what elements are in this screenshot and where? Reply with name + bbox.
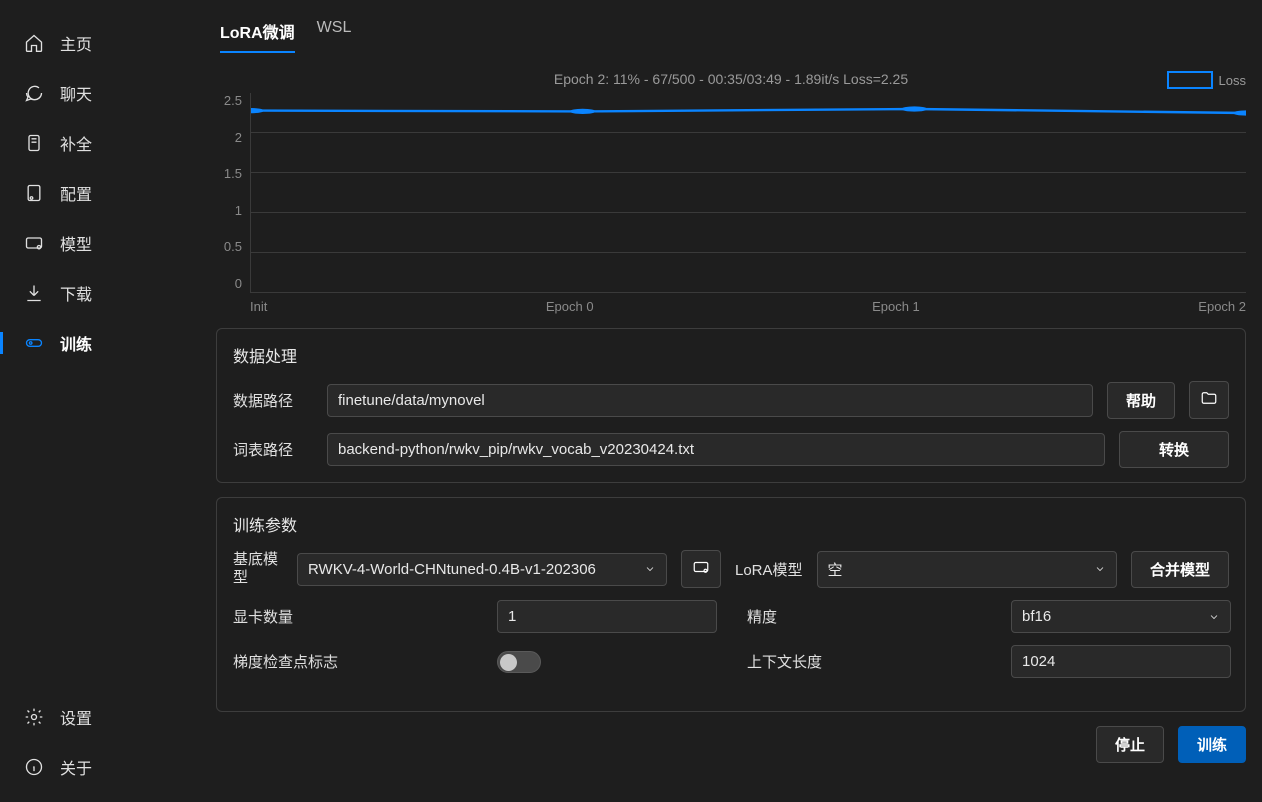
sidebar-item-label: 下载 — [60, 281, 92, 305]
sidebar-bottom: 设置 关于 — [0, 692, 200, 802]
y-axis-labels: 2.521.510.50 — [216, 93, 250, 291]
data-processing-panel: 数据处理 数据路径 帮助 词表路径 转换 — [216, 328, 1246, 483]
lora-model-label: LoRA模型 — [735, 559, 803, 580]
download-icon — [24, 283, 44, 303]
ctx-len-input[interactable] — [1011, 645, 1231, 678]
train-button[interactable]: 训练 — [1178, 726, 1246, 763]
settings-icon — [24, 707, 44, 727]
base-model-label: 基底模型 — [233, 551, 283, 587]
tab-wsl[interactable]: WSL — [317, 14, 352, 53]
info-icon — [24, 757, 44, 777]
tab-lora[interactable]: LoRA微调 — [220, 14, 295, 53]
chevron-down-icon — [1094, 563, 1106, 575]
sidebar-item-about[interactable]: 关于 — [0, 742, 200, 792]
training-params-panel[interactable]: 训练参数 基底模型 RWKV-4-World-CHNtuned-0.4B-v1-… — [216, 497, 1246, 712]
panel-title: 数据处理 — [233, 343, 1229, 367]
gpu-count-label: 显卡数量 — [233, 606, 483, 627]
model-icon — [692, 558, 710, 580]
x-axis-labels: InitEpoch 0Epoch 1Epoch 2 — [250, 299, 1246, 314]
sidebar-item-config[interactable]: 配置 — [0, 168, 200, 218]
train-icon — [24, 333, 44, 353]
grad-ckpt-toggle[interactable] — [497, 651, 541, 673]
data-path-label: 数据路径 — [233, 390, 313, 411]
merge-model-button[interactable]: 合并模型 — [1131, 551, 1229, 588]
base-model-value: RWKV-4-World-CHNtuned-0.4B-v1-202306 — [308, 561, 596, 578]
model-icon — [24, 233, 44, 253]
footer-actions: 停止 训练 — [216, 726, 1246, 763]
vocab-path-label: 词表路径 — [233, 439, 313, 460]
precision-cell: 精度 bf16 — [747, 600, 1231, 633]
precision-select[interactable]: bf16 — [1011, 600, 1231, 633]
sidebar-item-download[interactable]: 下载 — [0, 268, 200, 318]
vocab-path-row: 词表路径 转换 — [233, 431, 1229, 468]
ctx-len-cell: 上下文长度 — [747, 645, 1231, 678]
chevron-down-icon — [644, 563, 656, 575]
sidebar-item-home[interactable]: 主页 — [0, 18, 200, 68]
sidebar-item-label: 聊天 — [60, 81, 92, 105]
chart-title: Epoch 2: 11% - 67/500 - 00:35/03:49 - 1.… — [216, 71, 1246, 87]
sidebar-top: 主页 聊天 补全 配置 模型 下载 训练 — [0, 18, 200, 692]
stop-button[interactable]: 停止 — [1096, 726, 1164, 763]
chevron-down-icon — [1208, 611, 1220, 623]
sidebar-item-chat[interactable]: 聊天 — [0, 68, 200, 118]
lora-model-value: 空 — [828, 559, 843, 580]
grad-ckpt-cell: 梯度检查点标志 — [233, 645, 717, 678]
ctx-len-label: 上下文长度 — [747, 651, 997, 672]
sidebar-item-label: 补全 — [60, 131, 92, 155]
complete-icon — [24, 133, 44, 153]
sidebar-item-settings[interactable]: 设置 — [0, 692, 200, 742]
home-icon — [24, 33, 44, 53]
sidebar-item-models[interactable]: 模型 — [0, 218, 200, 268]
browse-folder-button[interactable] — [1189, 381, 1229, 419]
base-model-select[interactable]: RWKV-4-World-CHNtuned-0.4B-v1-202306 — [297, 553, 667, 586]
chart-body: 2.521.510.50 — [216, 93, 1246, 293]
folder-icon — [1200, 389, 1218, 411]
main-content: LoRA微调 WSL Epoch 2: 11% - 67/500 - 00:35… — [200, 0, 1262, 802]
data-path-row: 数据路径 帮助 — [233, 381, 1229, 419]
sidebar-item-label: 关于 — [60, 755, 92, 779]
sidebar-item-label: 配置 — [60, 181, 92, 205]
sidebar-item-train[interactable]: 训练 — [0, 318, 200, 368]
refresh-models-button[interactable] — [681, 550, 721, 588]
vocab-path-input[interactable] — [327, 433, 1105, 466]
chart-legend: Loss — [1167, 71, 1246, 89]
data-path-input[interactable] — [327, 384, 1093, 417]
gpu-count-input[interactable] — [497, 600, 717, 633]
panel-title: 训练参数 — [233, 512, 1229, 536]
grad-ckpt-label: 梯度检查点标志 — [233, 651, 483, 672]
sidebar-item-label: 模型 — [60, 231, 92, 255]
lora-model-select[interactable]: 空 — [817, 551, 1117, 588]
precision-value: bf16 — [1022, 608, 1051, 625]
model-row: 基底模型 RWKV-4-World-CHNtuned-0.4B-v1-20230… — [233, 550, 1229, 588]
param-grid: 显卡数量 精度 bf16 梯度检查点标志 上下文长度 — [233, 600, 1229, 678]
sidebar-item-label: 主页 — [60, 31, 92, 55]
help-button[interactable]: 帮助 — [1107, 382, 1175, 419]
sidebar-item-label: 训练 — [60, 331, 92, 355]
loss-chart: Epoch 2: 11% - 67/500 - 00:35/03:49 - 1.… — [216, 71, 1246, 314]
legend-swatch — [1167, 71, 1213, 89]
chart-status-text: Epoch 2: 11% - 67/500 - 00:35/03:49 - 1.… — [554, 71, 908, 87]
precision-label: 精度 — [747, 606, 997, 627]
gpu-count-cell: 显卡数量 — [233, 600, 717, 633]
sidebar-item-completion[interactable]: 补全 — [0, 118, 200, 168]
config-icon — [24, 183, 44, 203]
legend-label: Loss — [1219, 73, 1246, 88]
plot-area — [250, 93, 1246, 293]
tabs: LoRA微调 WSL — [216, 14, 1246, 57]
chat-icon — [24, 83, 44, 103]
sidebar: 主页 聊天 补全 配置 模型 下载 训练 设置 — [0, 0, 200, 802]
convert-button[interactable]: 转换 — [1119, 431, 1229, 468]
sidebar-item-label: 设置 — [60, 705, 92, 729]
